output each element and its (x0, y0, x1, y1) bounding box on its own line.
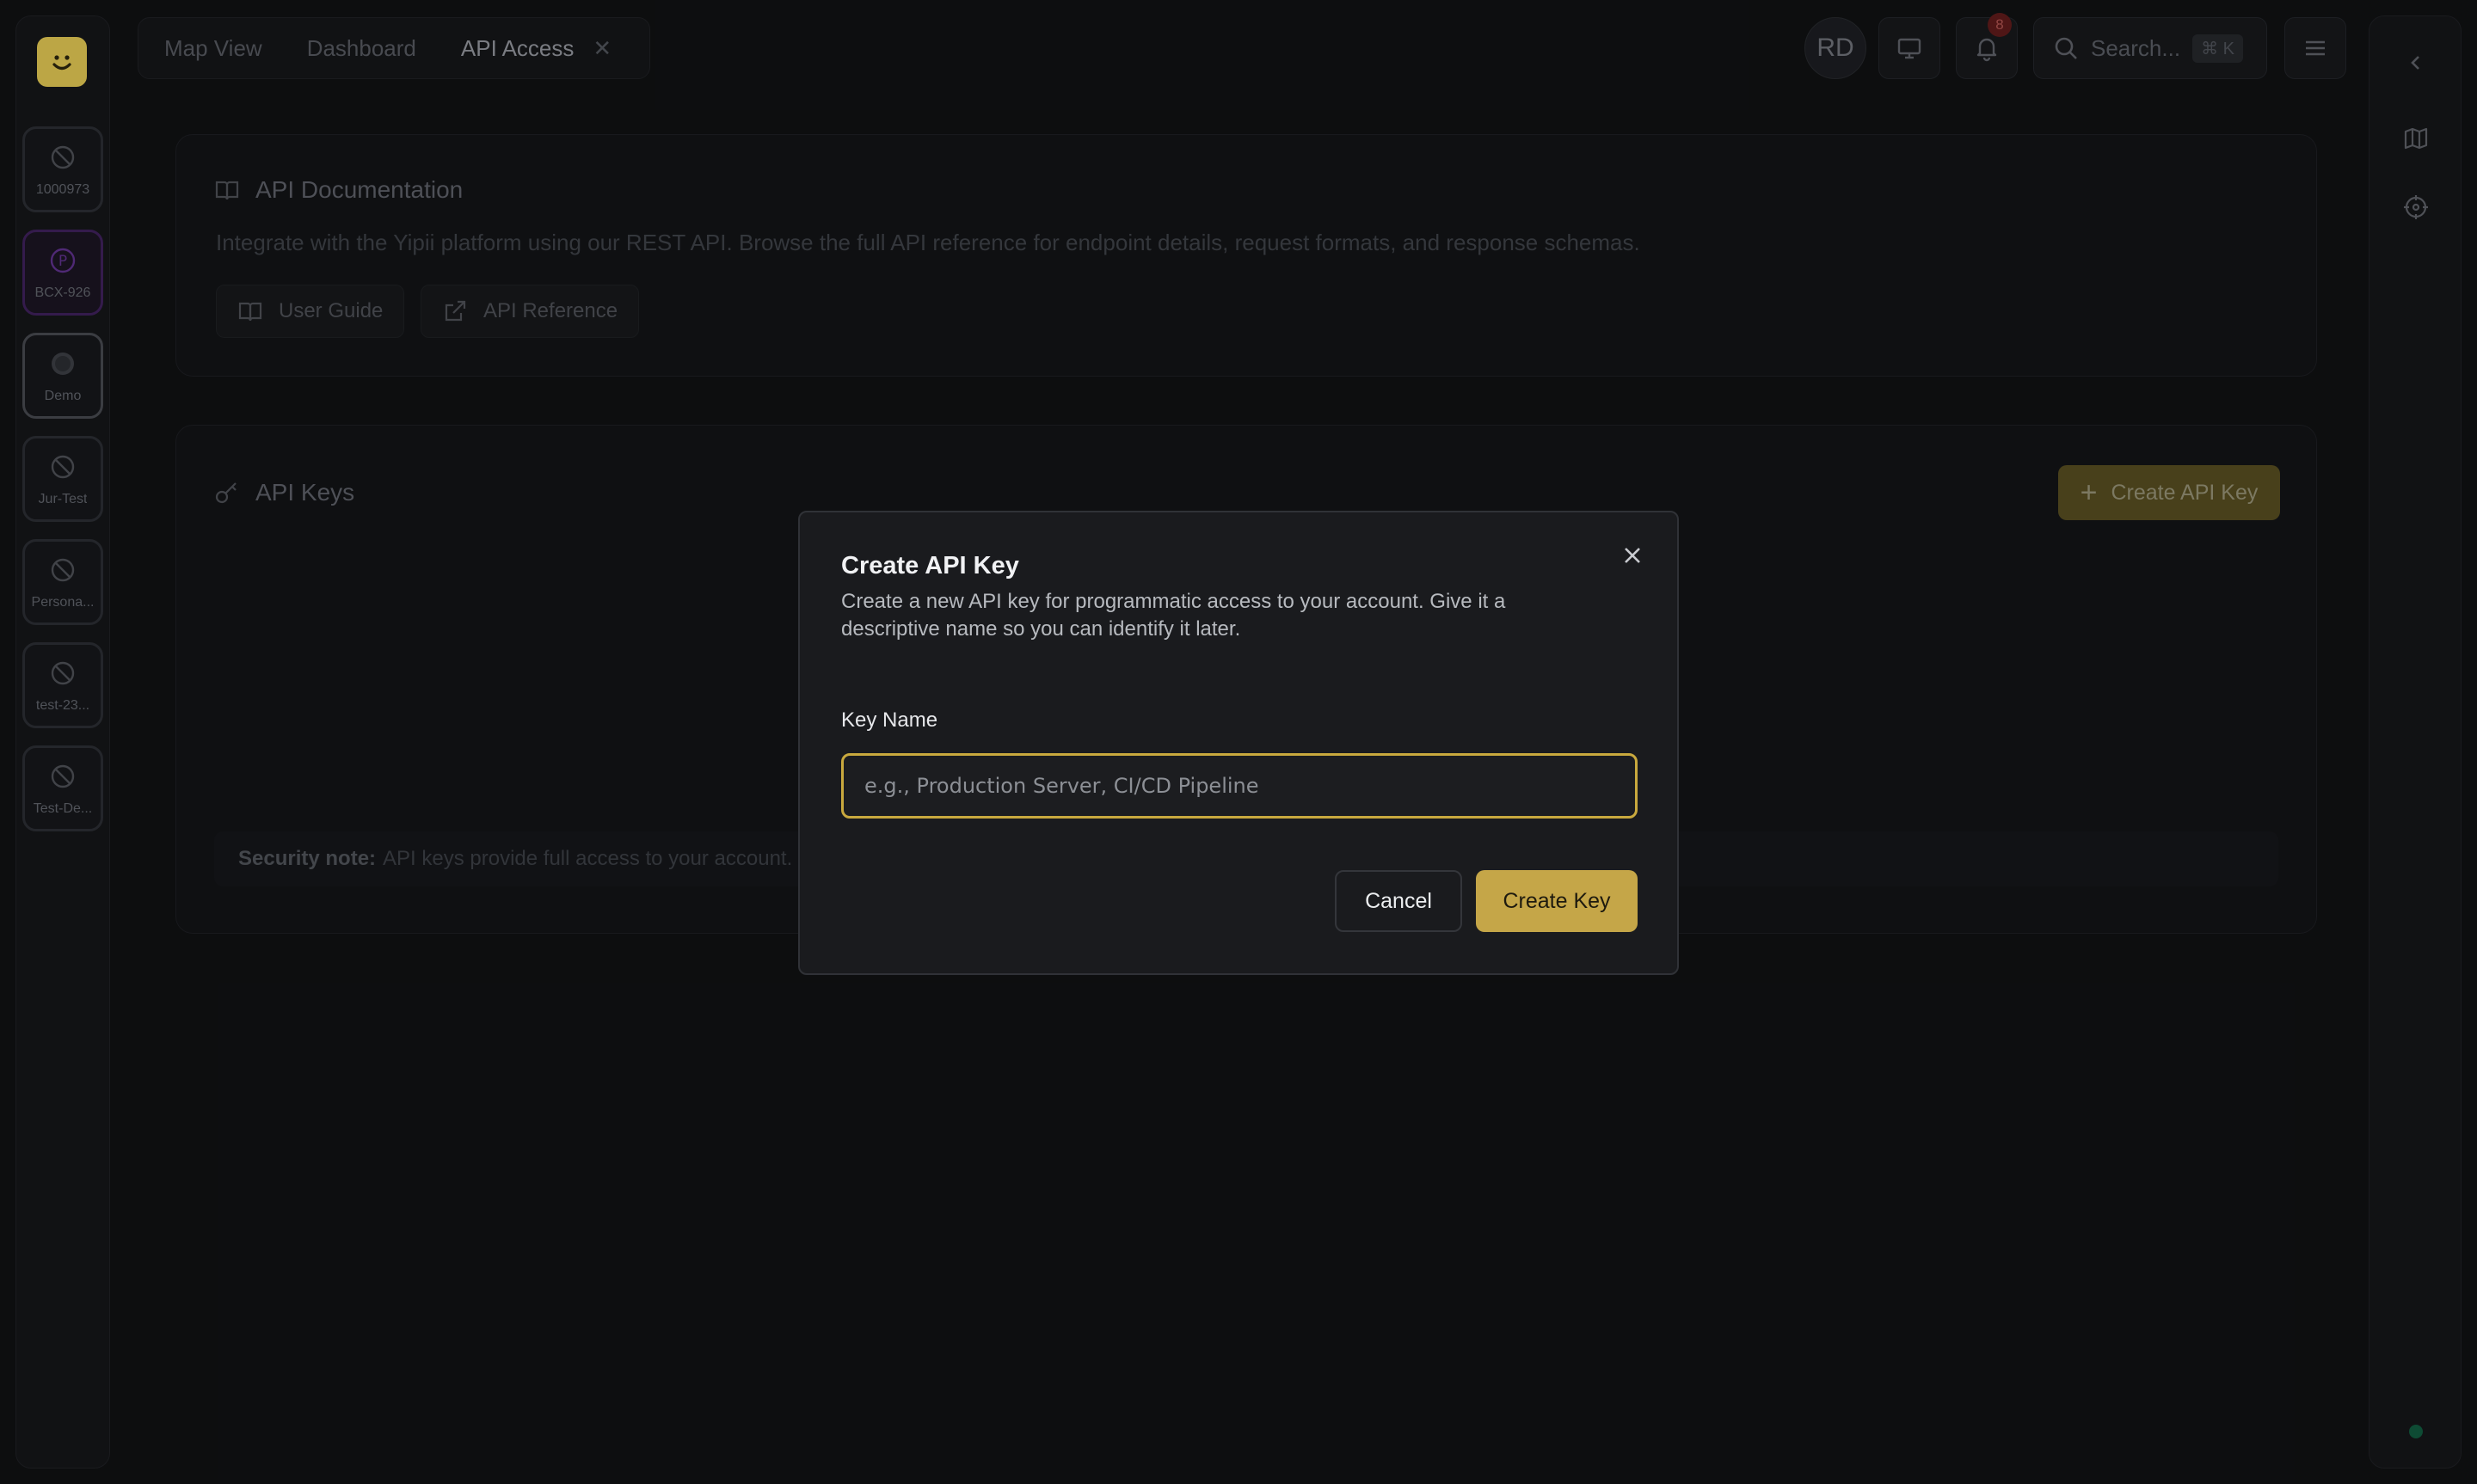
key-name-label: Key Name (841, 708, 938, 732)
create-api-key-dialog: Create API Key Create a new API key for … (798, 511, 1679, 975)
dialog-title: Create API Key (841, 552, 1019, 579)
cancel-button[interactable]: Cancel (1335, 870, 1462, 932)
key-name-input[interactable] (864, 774, 1635, 798)
key-name-field-wrapper (841, 753, 1638, 819)
create-key-button[interactable]: Create Key (1476, 870, 1638, 932)
close-icon[interactable] (1619, 542, 1646, 569)
dialog-description: Create a new API key for programmatic ac… (841, 590, 1506, 641)
